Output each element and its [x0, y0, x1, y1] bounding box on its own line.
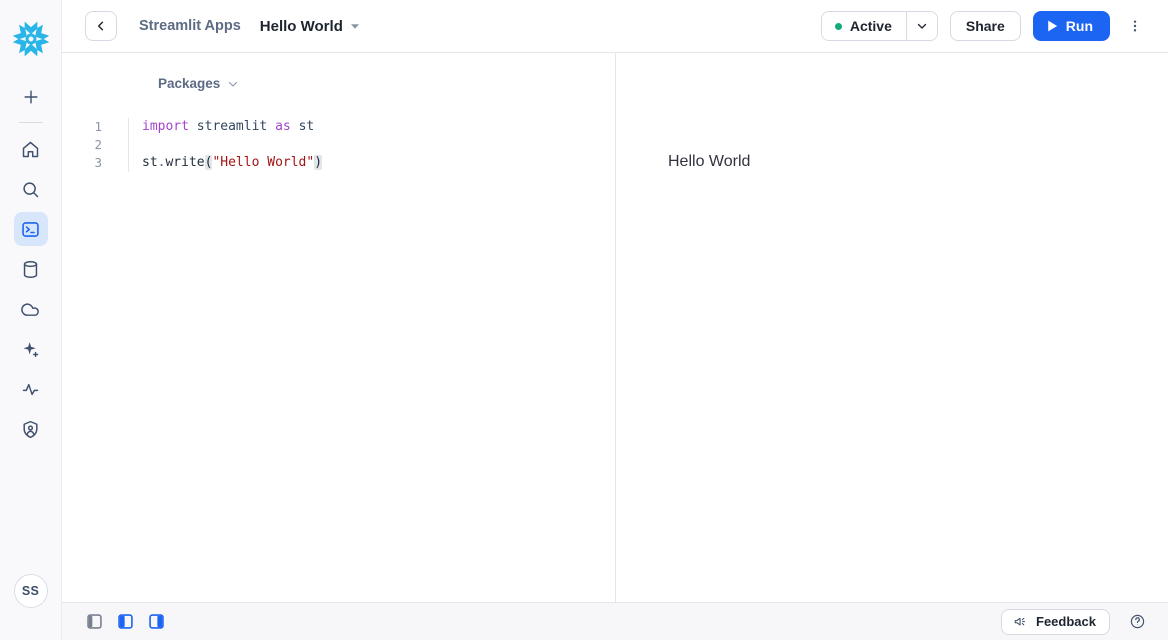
search-icon — [20, 179, 41, 200]
sidebar-item-search[interactable] — [14, 172, 48, 206]
line-content — [129, 136, 142, 154]
line-content: st.write("Hello World") — [129, 154, 322, 172]
app-preview-pane: Hello World — [616, 53, 1168, 602]
content-split: Packages 1import streamlit as st23st.wri… — [62, 53, 1168, 602]
run-button[interactable]: Run — [1033, 11, 1110, 41]
layout-split-icon — [118, 614, 133, 629]
status-dropdown-button[interactable] — [906, 12, 937, 40]
sidebar: SS — [0, 0, 62, 640]
snowflake-icon — [12, 20, 50, 58]
share-label: Share — [966, 18, 1005, 34]
sidebar-item-data[interactable] — [14, 252, 48, 286]
sidebar-item-home[interactable] — [14, 132, 48, 166]
layout-editor-only-button[interactable] — [86, 614, 102, 630]
line-number: 3 — [62, 154, 129, 172]
code-editor-pane: Packages 1import streamlit as st23st.wri… — [62, 53, 616, 602]
code-line[interactable]: 3st.write("Hello World") — [62, 154, 615, 172]
user-avatar[interactable]: SS — [14, 574, 48, 608]
play-icon — [1047, 20, 1058, 32]
line-number: 1 — [62, 118, 129, 136]
more-options-button[interactable] — [1122, 11, 1148, 41]
packages-label: Packages — [158, 76, 220, 91]
activity-icon — [20, 379, 41, 400]
main-column: Streamlit Apps Hello World Active — [62, 0, 1168, 640]
status-button[interactable]: Active — [822, 12, 906, 40]
help-button[interactable] — [1128, 613, 1146, 631]
footer-bar: Feedback — [62, 602, 1168, 640]
layout-editor-icon — [87, 614, 102, 629]
terminal-icon — [20, 219, 41, 240]
header: Streamlit Apps Hello World Active — [62, 0, 1168, 53]
layout-preview-only-button[interactable] — [148, 614, 164, 630]
code-line[interactable]: 2 — [62, 136, 615, 154]
database-icon — [20, 259, 41, 280]
sidebar-item-ai[interactable] — [14, 332, 48, 366]
plus-icon — [21, 87, 41, 107]
code-line[interactable]: 1import streamlit as st — [62, 118, 615, 136]
sidebar-nav — [14, 132, 48, 446]
code-lines[interactable]: 1import streamlit as st23st.write("Hello… — [62, 118, 615, 172]
status-label: Active — [850, 18, 892, 34]
feedback-label: Feedback — [1036, 614, 1096, 629]
app-title-dropdown[interactable]: Hello World — [260, 18, 360, 35]
chevron-down-icon — [916, 20, 928, 32]
line-number: 2 — [62, 136, 129, 154]
header-actions: Active Share Run — [821, 11, 1148, 41]
megaphone-icon — [1012, 614, 1029, 629]
sidebar-item-cloud[interactable] — [14, 292, 48, 326]
run-label: Run — [1066, 18, 1093, 34]
shield-person-icon — [20, 419, 41, 440]
breadcrumb[interactable]: Streamlit Apps — [139, 18, 241, 34]
app-output-text: Hello World — [668, 153, 750, 171]
sidebar-divider — [19, 122, 43, 123]
layout-split-button[interactable] — [117, 614, 133, 630]
caret-down-icon — [350, 23, 360, 30]
layout-toggle-group — [86, 614, 164, 630]
snowflake-logo[interactable] — [12, 20, 50, 58]
status-split-button: Active — [821, 11, 938, 41]
sidebar-item-admin[interactable] — [14, 412, 48, 446]
sidebar-item-new[interactable] — [14, 80, 48, 114]
app-window: SS Streamlit Apps Hello World — [0, 0, 1168, 640]
page-title: Hello World — [260, 18, 343, 35]
home-icon — [20, 139, 41, 160]
kebab-menu-icon — [1127, 17, 1143, 35]
line-content: import streamlit as st — [129, 118, 314, 136]
sidebar-item-projects[interactable] — [14, 212, 48, 246]
footer-right: Feedback — [1001, 609, 1146, 635]
chevron-left-icon — [94, 19, 108, 33]
help-circle-icon — [1129, 613, 1146, 630]
cloud-icon — [20, 299, 41, 320]
back-button[interactable] — [85, 11, 117, 41]
packages-dropdown[interactable]: Packages — [158, 76, 239, 91]
sidebar-item-activity[interactable] — [14, 372, 48, 406]
status-dot — [835, 23, 842, 30]
chevron-down-icon — [227, 78, 239, 90]
share-button[interactable]: Share — [950, 11, 1021, 41]
layout-preview-icon — [149, 614, 164, 629]
sparkles-icon — [20, 339, 41, 360]
feedback-button[interactable]: Feedback — [1001, 609, 1110, 635]
